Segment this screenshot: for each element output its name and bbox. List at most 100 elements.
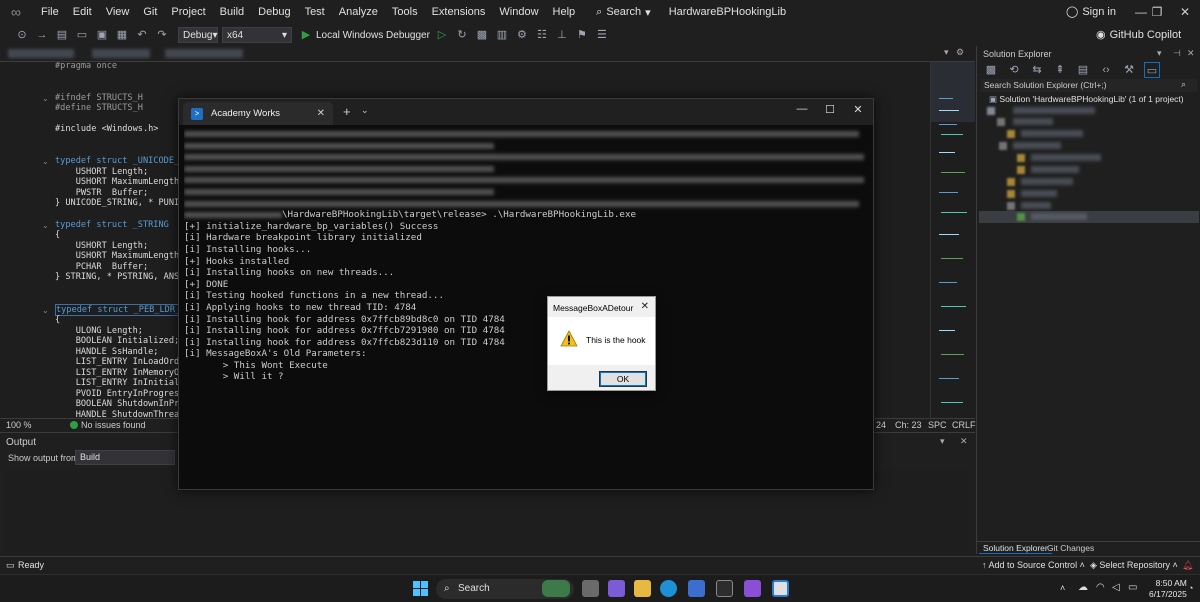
close-tab-icon[interactable]: ✕ bbox=[317, 108, 325, 119]
menu-test[interactable]: Test bbox=[298, 0, 332, 24]
sync-icon[interactable]: ⇆ bbox=[1029, 62, 1045, 78]
settings-icon[interactable]: ⚙ bbox=[956, 47, 964, 58]
source-control-button[interactable]: ↑ Add to Source Control ˄ bbox=[982, 560, 1085, 570]
tray-overflow-icon[interactable]: ˄ bbox=[1060, 583, 1065, 593]
close-icon[interactable]: ✕ bbox=[641, 301, 649, 312]
new-project-icon[interactable]: ▤ bbox=[54, 27, 70, 43]
notification-icon[interactable]: ◔ bbox=[1188, 583, 1193, 593]
properties-icon[interactable]: ⚒ bbox=[1121, 62, 1137, 78]
tree-item[interactable] bbox=[1021, 178, 1073, 185]
cloud-icon[interactable]: ☁ bbox=[1078, 582, 1088, 593]
terminal-tab[interactable]: > Academy Works ✕ bbox=[183, 102, 333, 125]
start-without-debugging-icon[interactable]: ▷ bbox=[434, 27, 450, 43]
fold-toggle-icon[interactable]: ⌄ bbox=[42, 221, 49, 230]
github-copilot-button[interactable]: ◉ GitHub Copilot bbox=[1096, 24, 1181, 46]
tree-item[interactable] bbox=[1013, 142, 1061, 149]
notification-bell-icon[interactable]: 🔔︎ bbox=[1182, 560, 1193, 571]
tab-solution-explorer[interactable]: Solution Explorer bbox=[979, 543, 1052, 554]
menu-build[interactable]: Build bbox=[213, 0, 251, 24]
selected-tree-row[interactable] bbox=[979, 211, 1199, 223]
tree-item[interactable] bbox=[1031, 166, 1079, 173]
comment-icon[interactable]: ☰ bbox=[594, 27, 610, 43]
search-highlight-icon[interactable] bbox=[542, 580, 570, 597]
menu-debug[interactable]: Debug bbox=[251, 0, 297, 24]
solution-search-input[interactable]: Search Solution Explorer (Ctrl+;) bbox=[981, 79, 1197, 92]
redo-icon[interactable]: ↷ bbox=[154, 27, 170, 43]
show-all-files-icon[interactable]: ▤ bbox=[1075, 62, 1091, 78]
menu-extensions[interactable]: Extensions bbox=[425, 0, 493, 24]
collapse-all-icon[interactable]: ⇞ bbox=[1052, 62, 1068, 78]
configuration-dropdown[interactable]: Debug ▾ bbox=[178, 27, 218, 43]
open-file-icon[interactable]: ▭ bbox=[74, 27, 90, 43]
restore-button[interactable]: ❐ bbox=[1142, 0, 1172, 24]
minimap-viewport[interactable] bbox=[931, 62, 975, 122]
save-all-icon[interactable]: ▦ bbox=[114, 27, 130, 43]
pin-icon[interactable]: ⊣ bbox=[1173, 48, 1181, 59]
volume-icon[interactable]: ◁ bbox=[1112, 582, 1120, 593]
menu-help[interactable]: Help bbox=[546, 0, 583, 24]
solution-icon[interactable]: ▩ bbox=[474, 27, 490, 43]
preview-icon[interactable]: ▭ bbox=[1144, 62, 1160, 78]
line-number[interactable]: 24 bbox=[876, 420, 886, 430]
file-explorer-icon[interactable] bbox=[634, 580, 651, 597]
align-icon[interactable]: ⊥ bbox=[554, 27, 570, 43]
zoom-level[interactable]: 100 % bbox=[6, 420, 32, 430]
tree-item[interactable] bbox=[1013, 107, 1095, 114]
close-panel-icon[interactable]: ✕ bbox=[1187, 48, 1195, 59]
menu-window[interactable]: Window bbox=[492, 0, 545, 24]
tree-item[interactable] bbox=[1013, 118, 1053, 125]
maximize-button[interactable]: ☐ bbox=[817, 103, 843, 116]
output-source-dropdown[interactable]: Build bbox=[75, 450, 175, 465]
visual-studio-app-icon[interactable] bbox=[744, 580, 761, 597]
chevron-down-icon[interactable]: ⌄ bbox=[361, 105, 369, 116]
tree-item[interactable] bbox=[1021, 130, 1083, 137]
menu-view[interactable]: View bbox=[99, 0, 137, 24]
panel-options-icon[interactable]: ▾ bbox=[940, 436, 945, 447]
fold-toggle-icon[interactable]: ⌄ bbox=[42, 94, 49, 103]
run-debugger-button[interactable]: Local Windows Debugger bbox=[316, 30, 430, 41]
play-icon[interactable]: ▶ bbox=[298, 27, 314, 43]
platform-dropdown[interactable]: x64 ▾ bbox=[222, 27, 292, 43]
editor-tab[interactable] bbox=[8, 49, 74, 58]
wifi-icon[interactable]: ◠ bbox=[1096, 582, 1105, 593]
task-view-icon[interactable] bbox=[582, 580, 599, 597]
outline-icon[interactable]: ☷ bbox=[534, 27, 550, 43]
terminal-app-icon[interactable] bbox=[716, 580, 733, 597]
save-icon[interactable]: ▣ bbox=[94, 27, 110, 43]
menu-analyze[interactable]: Analyze bbox=[332, 0, 385, 24]
battery-icon[interactable]: ▭ bbox=[1128, 582, 1137, 593]
taskbar-clock[interactable]: 8:50 AM 6/17/2025 bbox=[1149, 578, 1187, 600]
tab-git-changes[interactable]: Git Changes bbox=[1043, 543, 1098, 553]
editor-tab[interactable] bbox=[165, 49, 243, 58]
navigate-forward-icon[interactable]: → bbox=[34, 27, 50, 43]
edge-browser-icon[interactable] bbox=[660, 580, 677, 597]
tree-item[interactable] bbox=[1031, 213, 1087, 220]
refresh-icon[interactable]: ↻ bbox=[454, 27, 470, 43]
solution-node[interactable]: ▣ Solution 'HardwareBPHookingLib' (1 of … bbox=[989, 94, 1184, 105]
menu-git[interactable]: Git bbox=[136, 0, 164, 24]
store-icon[interactable] bbox=[688, 580, 705, 597]
navigate-back-icon[interactable]: ⊙ bbox=[14, 27, 30, 43]
layout-icon[interactable]: ▥ bbox=[494, 27, 510, 43]
fold-toggle-icon[interactable]: ⌄ bbox=[42, 306, 49, 315]
tree-item[interactable] bbox=[1021, 202, 1051, 209]
panel-options-icon[interactable]: ▾ bbox=[1157, 48, 1162, 59]
minimize-button[interactable]: — bbox=[789, 103, 815, 115]
tree-item[interactable] bbox=[1031, 154, 1101, 161]
search-menu[interactable]: ⌕ Search ▾ bbox=[588, 6, 659, 19]
switch-views-icon[interactable]: ▩ bbox=[983, 62, 999, 78]
code-view-icon[interactable]: ‹› bbox=[1098, 62, 1114, 78]
select-repository-button[interactable]: ◈ Select Repository ˄ bbox=[1090, 560, 1178, 571]
fold-toggle-icon[interactable]: ⌄ bbox=[42, 157, 49, 166]
minimap[interactable] bbox=[930, 62, 975, 418]
close-button[interactable]: ✕ bbox=[1170, 0, 1200, 24]
terminal-output[interactable]: \HardwareBPHookingLib\target\release> .\… bbox=[184, 128, 870, 486]
bookmark-icon[interactable]: ⚑ bbox=[574, 27, 590, 43]
menu-file[interactable]: File bbox=[34, 0, 66, 24]
menu-tools[interactable]: Tools bbox=[385, 0, 425, 24]
copilot-app-icon[interactable] bbox=[608, 580, 625, 597]
toolbox-icon[interactable]: ⚙ bbox=[514, 27, 530, 43]
history-icon[interactable]: ⟲ bbox=[1006, 62, 1022, 78]
new-tab-icon[interactable]: + bbox=[343, 104, 351, 119]
char-position[interactable]: Ch: 23 bbox=[895, 420, 922, 430]
